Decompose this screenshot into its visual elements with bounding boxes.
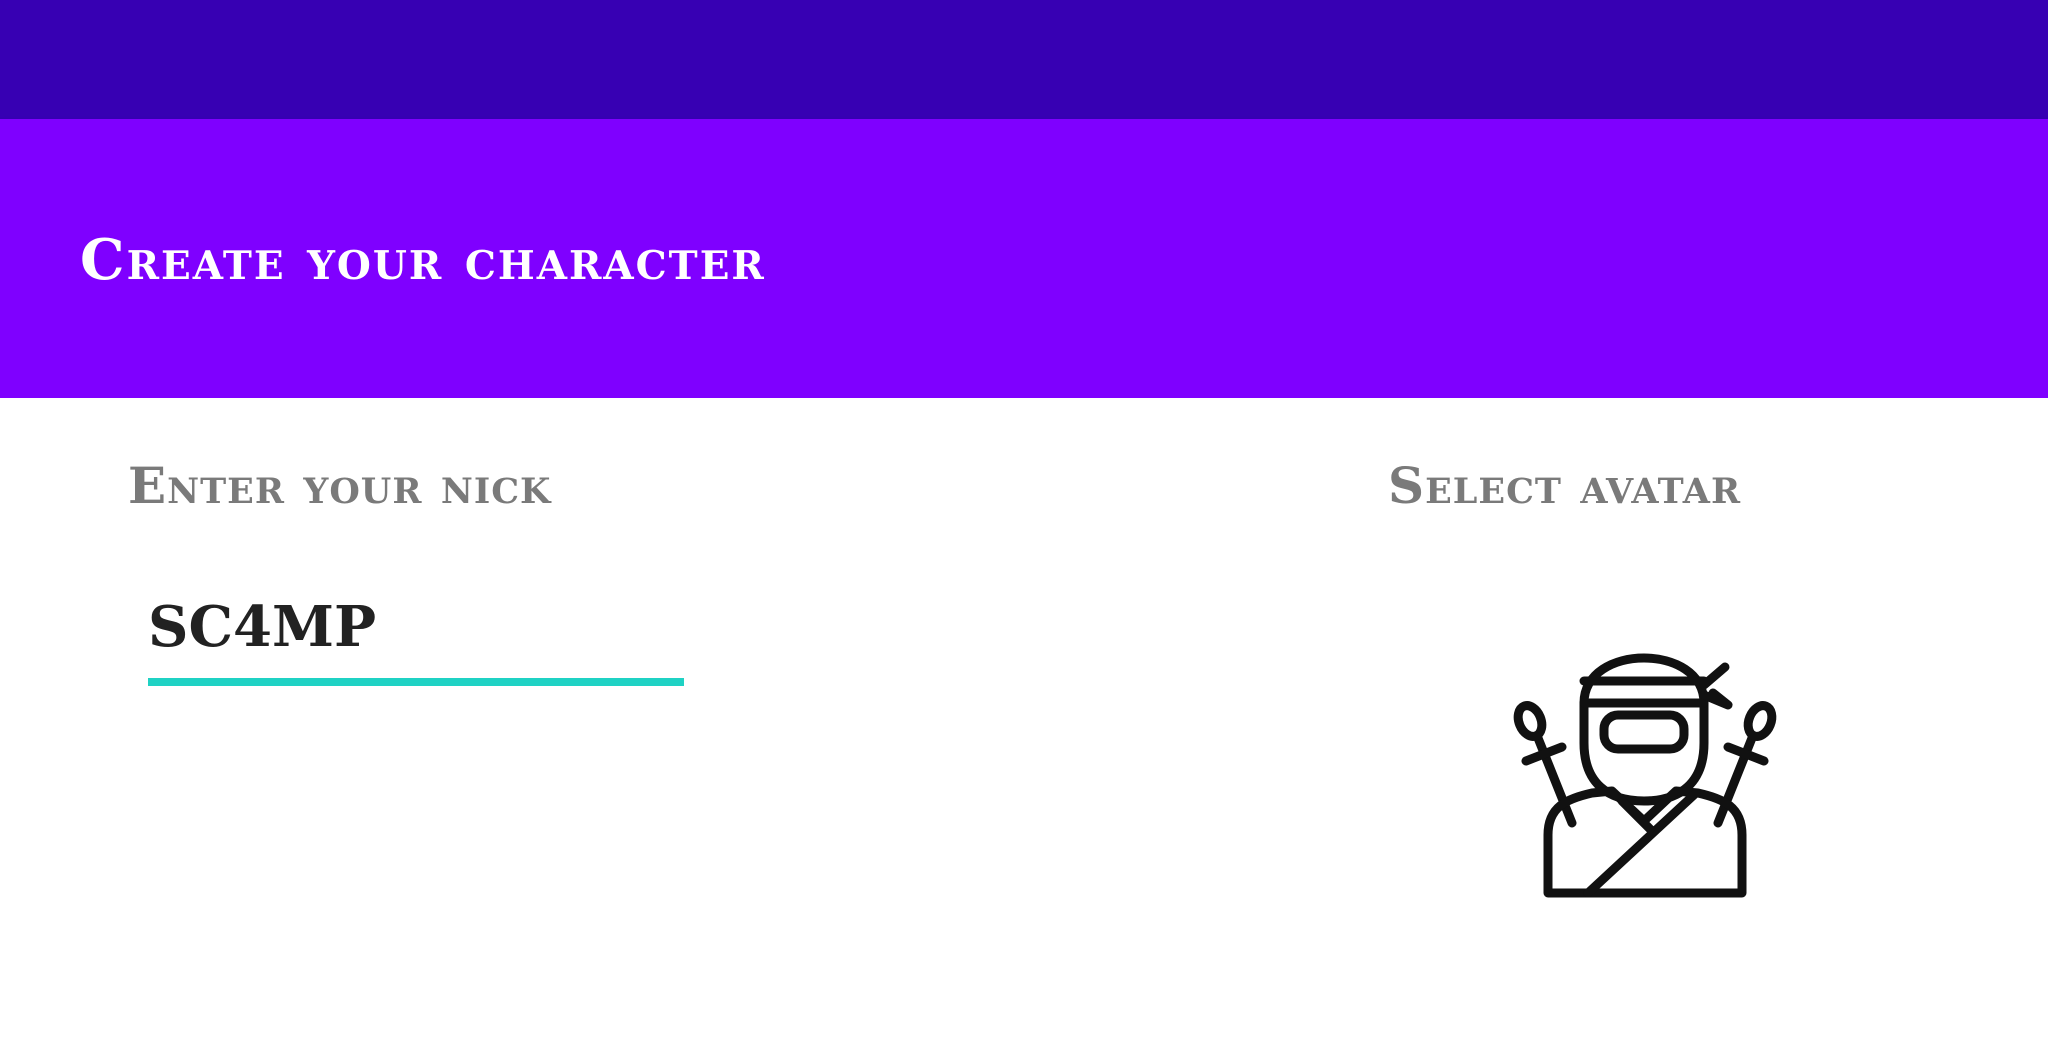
character-form: Enter Your Nick Select Avatar <box>0 398 2048 1047</box>
ninja-icon[interactable] <box>1500 623 1790 913</box>
app-bar: Create Your Character <box>0 119 2048 398</box>
status-bar <box>0 0 2048 119</box>
nick-input[interactable] <box>148 576 684 686</box>
page-title: Create Your Character <box>80 204 766 298</box>
nick-label: Enter Your Nick <box>128 435 552 520</box>
avatar-label: Select Avatar <box>1388 435 1742 520</box>
